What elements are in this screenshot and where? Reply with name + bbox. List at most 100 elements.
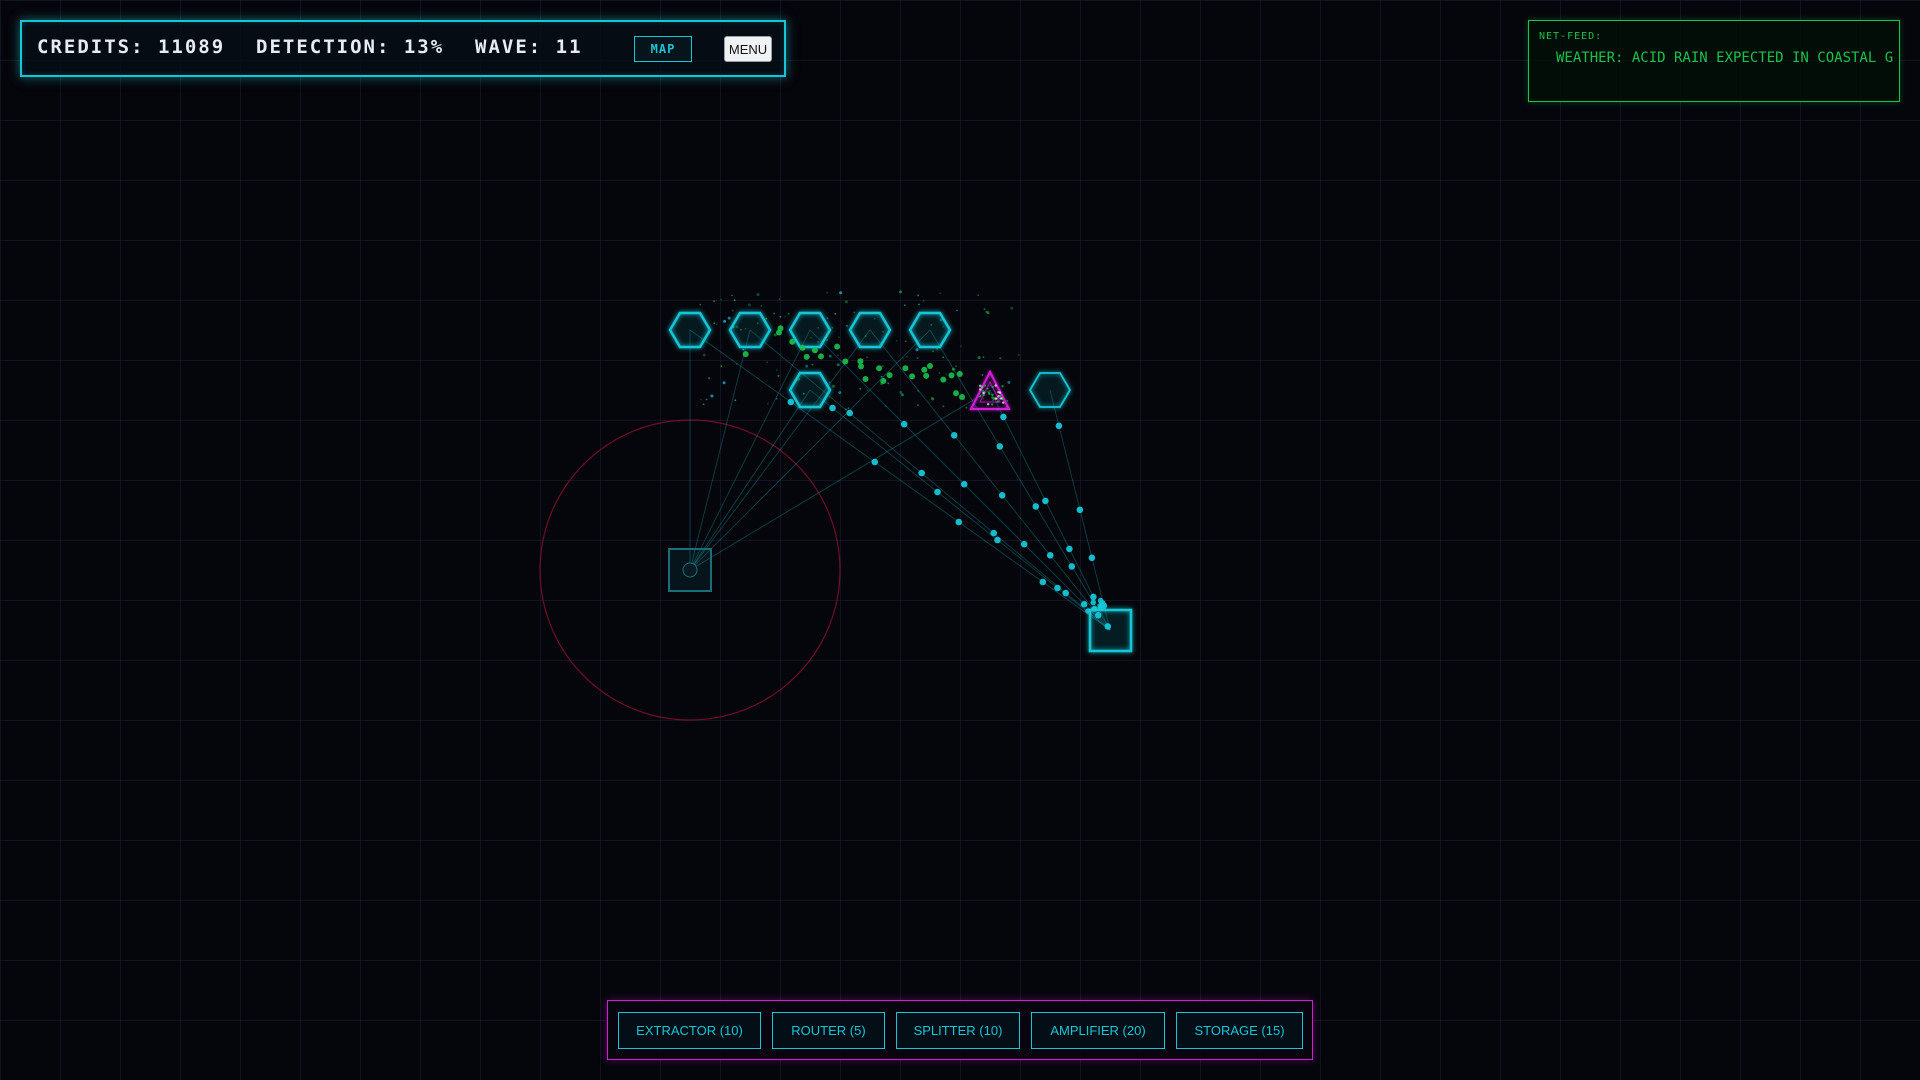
- particle: [777, 375, 780, 377]
- particle: [866, 356, 868, 359]
- particle: [713, 322, 716, 325]
- particle: [1080, 600, 1088, 608]
- particle: [829, 404, 836, 412]
- particle: [960, 345, 962, 347]
- particle: [710, 394, 714, 398]
- particle: [895, 339, 898, 342]
- particle: [826, 291, 828, 294]
- extractor-node[interactable]: [848, 311, 892, 349]
- build-splitter-button[interactable]: SPLITTER (10): [896, 1012, 1020, 1049]
- particle: [880, 375, 883, 378]
- extractor-node[interactable]: [668, 311, 712, 349]
- particle: [839, 291, 843, 295]
- particle: [994, 384, 997, 387]
- particle: [983, 384, 986, 387]
- extractor-nodes[interactable]: [668, 311, 1072, 409]
- particle: [832, 384, 836, 388]
- particle: [716, 323, 718, 326]
- particle: [996, 400, 999, 403]
- particle: [927, 363, 933, 369]
- map-button[interactable]: MAP: [634, 36, 692, 62]
- particle: [834, 312, 837, 315]
- particle: [817, 326, 820, 329]
- particle: [915, 348, 919, 352]
- particle: [906, 355, 908, 358]
- extractor-node[interactable]: [788, 311, 832, 349]
- particle: [846, 325, 848, 327]
- extractor-node[interactable]: [788, 371, 832, 409]
- particle: [734, 399, 737, 402]
- router-node[interactable]: [668, 548, 712, 592]
- particle: [866, 389, 869, 392]
- particle: [744, 327, 747, 330]
- build-router-button[interactable]: ROUTER (5): [772, 1012, 885, 1049]
- particle: [817, 341, 820, 343]
- particle: [880, 382, 884, 386]
- particle: [762, 318, 765, 320]
- particle: [1039, 578, 1047, 586]
- game-viewport[interactable]: CREDITS: 11089 DETECTION: 13% WAVE: 11 M…: [0, 0, 1920, 1080]
- particle: [904, 340, 907, 343]
- particle: [731, 294, 733, 297]
- particle: [862, 376, 869, 382]
- particle: [939, 318, 943, 322]
- particle: [1032, 503, 1040, 510]
- particle: [811, 347, 818, 354]
- particle: [702, 403, 705, 406]
- particle: [989, 384, 992, 387]
- particle: [1002, 401, 1005, 404]
- particle: [979, 388, 982, 391]
- credits-display: CREDITS: 11089: [37, 36, 226, 58]
- build-amplifier-button[interactable]: AMPLIFIER (20): [1031, 1012, 1165, 1049]
- particle: [917, 404, 919, 406]
- particle: [733, 299, 736, 302]
- particle: [818, 353, 824, 360]
- particle: [1055, 422, 1063, 430]
- menu-button[interactable]: MENU: [724, 36, 772, 62]
- particle: [735, 325, 739, 329]
- particle: [784, 315, 787, 318]
- particle: [899, 390, 903, 394]
- particle: [999, 357, 1002, 360]
- particle: [731, 325, 735, 329]
- particle: [1005, 406, 1008, 408]
- particle: [1062, 589, 1069, 597]
- particle: [918, 469, 925, 477]
- particle: [767, 402, 769, 405]
- particle: [965, 406, 968, 409]
- particle: [1090, 593, 1097, 601]
- extractor-node[interactable]: [1028, 372, 1072, 408]
- particle: [779, 315, 782, 318]
- particle: [998, 391, 1002, 394]
- particle: [922, 299, 925, 302]
- particle: [930, 324, 933, 326]
- extractor-node[interactable]: [728, 311, 772, 349]
- particle: [776, 329, 782, 336]
- particle: [813, 405, 816, 408]
- build-extractor-button[interactable]: EXTRACTOR (10): [618, 1012, 761, 1049]
- particle: [997, 395, 1000, 398]
- particle: [842, 358, 849, 365]
- particle: [992, 397, 996, 400]
- particle: [789, 338, 796, 345]
- particle: [1017, 354, 1020, 356]
- particle: [838, 391, 842, 395]
- particle: [918, 303, 920, 306]
- net-feed-ticker: WEATHER: ACID RAIN EXPECTED IN COASTAL G: [1556, 50, 1894, 66]
- particle: [871, 458, 879, 466]
- game-canvas[interactable]: [0, 0, 1920, 1080]
- particle: [934, 488, 941, 496]
- particle: [958, 371, 961, 373]
- particle: [846, 409, 853, 417]
- particle: [699, 303, 702, 306]
- particle: [899, 290, 902, 294]
- particle: [983, 308, 986, 311]
- particle: [900, 420, 908, 428]
- particle: [787, 312, 790, 315]
- extractor-node[interactable]: [908, 311, 952, 349]
- particle: [1097, 597, 1104, 604]
- particle: [1097, 602, 1104, 609]
- particle: [1007, 381, 1011, 384]
- particle: [799, 344, 806, 351]
- build-storage-button[interactable]: STORAGE (15): [1176, 1012, 1303, 1049]
